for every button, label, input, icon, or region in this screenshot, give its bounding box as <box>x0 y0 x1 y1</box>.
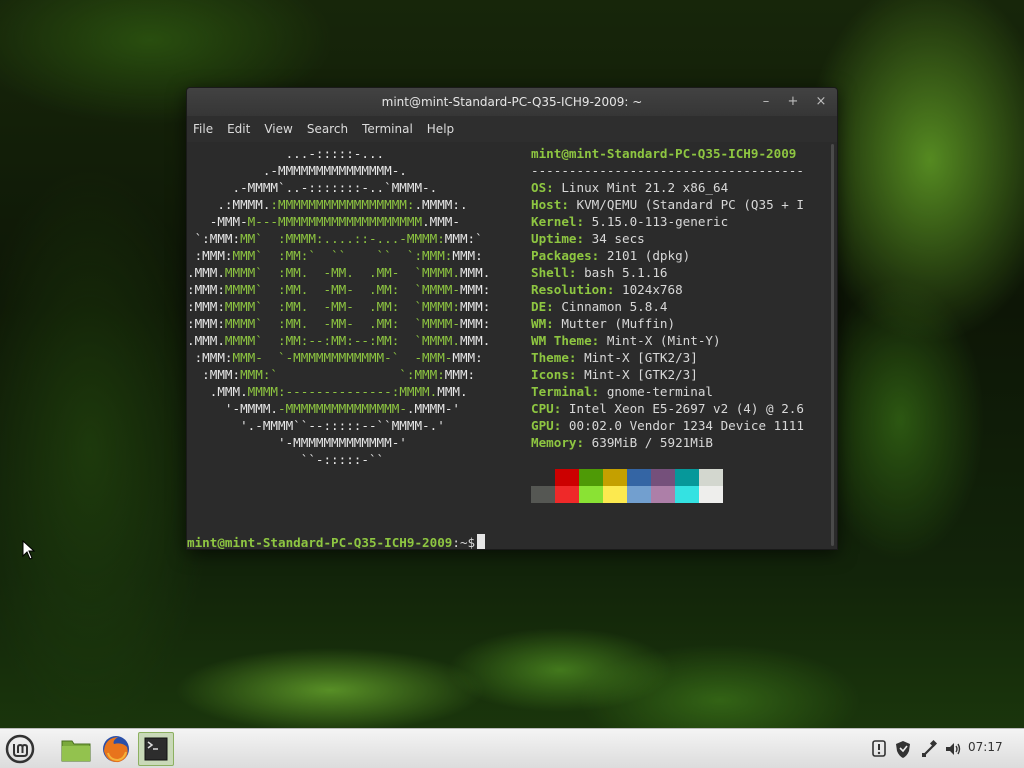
minimize-button[interactable]: – <box>758 94 774 110</box>
info-key: Kernel <box>531 214 577 229</box>
info-key: Terminal <box>531 384 592 399</box>
info-value: 1024x768 <box>622 282 683 297</box>
bottom-panel: 07:17 <box>0 728 1024 768</box>
info-value: KVM/QEMU (Standard PC (Q35 + I <box>576 197 804 212</box>
color-swatch <box>627 469 651 486</box>
color-swatch <box>579 469 603 486</box>
notifications-icon[interactable] <box>870 739 888 759</box>
info-key: DE <box>531 299 547 314</box>
palette-row-bright <box>531 486 723 503</box>
info-value: Mutter (Muffin) <box>561 316 676 331</box>
info-value: 639MiB / 5921MiB <box>591 435 713 450</box>
info-value: bash 5.1.16 <box>584 265 668 280</box>
info-key: GPU <box>531 418 554 433</box>
prompt-dir: :~$ <box>452 535 476 550</box>
color-swatch <box>699 486 723 503</box>
color-swatch <box>651 469 675 486</box>
color-swatch <box>603 469 627 486</box>
color-swatch <box>579 486 603 503</box>
linux-mint-icon <box>5 734 35 764</box>
info-value: 34 secs <box>591 231 645 246</box>
info-value: 2101 (dpkg) <box>606 248 691 263</box>
menu-edit[interactable]: Edit <box>227 122 250 136</box>
panel-clock[interactable]: 07:17 <box>968 740 1003 754</box>
menu-terminal[interactable]: Terminal <box>362 122 413 136</box>
info-key: Theme <box>531 350 569 365</box>
info-key: WM Theme <box>531 333 592 348</box>
color-swatch <box>531 486 555 503</box>
menu-search[interactable]: Search <box>307 122 348 136</box>
firefox-icon <box>103 736 129 763</box>
info-value: Mint-X [GTK2/3] <box>584 367 698 382</box>
info-value: 5.15.0-113-generic <box>591 214 729 229</box>
color-swatch <box>531 469 555 486</box>
user-host: mint@mint-Standard-PC-Q35-ICH9-2009 <box>531 146 797 161</box>
menu-file[interactable]: File <box>193 122 213 136</box>
info-key: CPU <box>531 401 554 416</box>
firefox-launcher[interactable] <box>100 733 132 765</box>
color-palette <box>531 469 723 503</box>
info-value: gnome-terminal <box>606 384 713 399</box>
color-swatch <box>675 469 699 486</box>
info-key: Memory <box>531 435 577 450</box>
color-swatch <box>603 486 627 503</box>
info-key: Host <box>531 197 562 212</box>
info-key: Uptime <box>531 231 577 246</box>
shield-icon[interactable] <box>894 739 912 759</box>
info-key: Shell <box>531 265 569 280</box>
prompt-user-host: mint@mint-Standard-PC-Q35-ICH9-2009 <box>187 535 453 550</box>
terminal-icon <box>144 737 168 761</box>
color-swatch <box>699 469 723 486</box>
window-titlebar[interactable]: mint@mint-Standard-PC-Q35-ICH9-2009: ~ –… <box>187 88 837 116</box>
network-icon[interactable] <box>920 739 938 759</box>
info-value: 00:02.0 Vendor 1234 Device 1111 <box>568 418 804 433</box>
color-swatch <box>627 486 651 503</box>
separator: ------------------------------------ <box>531 163 804 178</box>
mint-ascii-logo: ...-:::::-... .-MMMMMMMMMMMMMMM-. .-MMMM… <box>187 146 491 467</box>
folder-icon <box>61 740 91 762</box>
terminal-output[interactable]: ...-:::::-... .-MMMMMMMMMMMMMMM-. .-MMMM… <box>187 142 829 550</box>
mint-menu-button[interactable] <box>4 733 36 765</box>
info-key: Resolution <box>531 282 607 297</box>
info-key: Icons <box>531 367 569 382</box>
info-key: WM <box>531 316 547 331</box>
menu-view[interactable]: View <box>264 122 292 136</box>
info-value: Intel Xeon E5-2697 v2 (4) @ 2.6 <box>568 401 804 416</box>
text-cursor <box>477 534 486 549</box>
color-swatch <box>555 486 579 503</box>
color-swatch <box>651 486 675 503</box>
terminal-taskbar-button[interactable] <box>138 732 174 766</box>
info-key: Packages <box>531 248 592 263</box>
system-info: mint@mint-Standard-PC-Q35-ICH9-2009 ----… <box>531 146 804 450</box>
color-swatch <box>555 469 579 486</box>
close-button[interactable]: × <box>813 94 829 110</box>
color-swatch <box>675 486 699 503</box>
window-title: mint@mint-Standard-PC-Q35-ICH9-2009: ~ <box>381 95 643 109</box>
info-value: Mint-X (Mint-Y) <box>606 333 721 348</box>
files-launcher[interactable] <box>60 733 92 765</box>
menu-bar: File Edit View Search Terminal Help <box>187 116 837 142</box>
terminal-scrollbar[interactable] <box>827 142 837 549</box>
info-value: Linux Mint 21.2 x86_64 <box>561 180 729 195</box>
menu-help[interactable]: Help <box>427 122 454 136</box>
terminal-window[interactable]: mint@mint-Standard-PC-Q35-ICH9-2009: ~ –… <box>186 87 838 550</box>
info-value: Mint-X [GTK2/3] <box>584 350 698 365</box>
info-key: OS <box>531 180 547 195</box>
palette-row-normal <box>531 469 723 486</box>
scrollbar-thumb[interactable] <box>831 144 834 546</box>
mouse-pointer-icon <box>22 540 36 560</box>
maximize-button[interactable]: + <box>785 94 801 110</box>
info-value: Cinnamon 5.8.4 <box>561 299 668 314</box>
volume-icon[interactable] <box>944 739 962 759</box>
shell-prompt[interactable]: mint@mint-Standard-PC-Q35-ICH9-2009:~$ <box>187 534 486 550</box>
